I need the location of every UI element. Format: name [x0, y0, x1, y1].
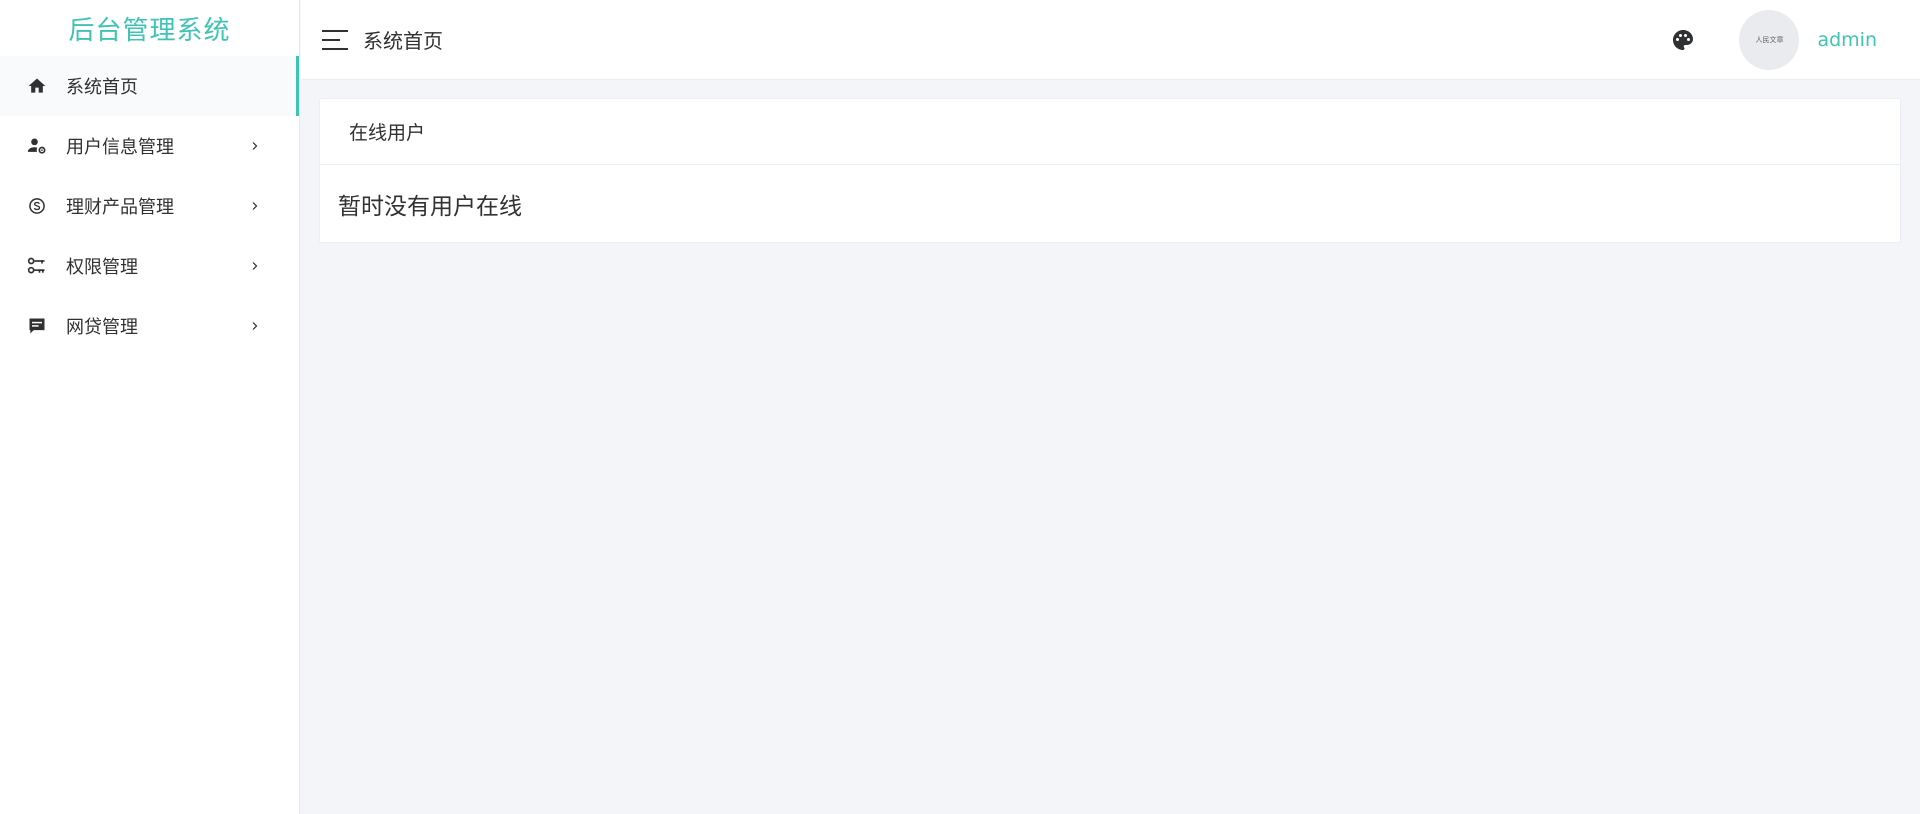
top-header: 系统首页 人民文章 admin — [301, 0, 1920, 80]
app-title: 后台管理系统 — [68, 15, 231, 46]
sidebar-item-label: 权限管理 — [66, 257, 138, 278]
username[interactable]: admin — [1817, 29, 1877, 51]
user-settings-icon — [26, 135, 48, 157]
online-users-card: 在线用户 暂时没有用户在线 — [319, 98, 1901, 243]
sidebar-item-user-info[interactable]: 用户信息管理 — [0, 116, 299, 176]
sidebar: 后台管理系统 系统首页 用户信息管理 理财产品管理 权限管理 网贷管理 — [0, 0, 300, 814]
chevron-right-icon — [249, 260, 261, 272]
chevron-right-icon — [249, 140, 261, 152]
avatar[interactable]: 人民文章 — [1739, 9, 1800, 70]
sidebar-item-label: 网贷管理 — [66, 317, 138, 338]
empty-state-message: 暂时没有用户在线 — [338, 194, 522, 220]
avatar-text: 人民文章 — [1755, 35, 1784, 44]
header-actions: 人民文章 admin — [1671, 9, 1877, 70]
chevron-right-icon — [249, 200, 261, 212]
message-icon — [26, 315, 48, 337]
sidebar-item-finance-products[interactable]: 理财产品管理 — [0, 176, 299, 236]
palette-icon[interactable] — [1671, 28, 1695, 52]
skype-icon — [26, 195, 48, 217]
key-settings-icon — [26, 255, 48, 277]
sidebar-item-label: 用户信息管理 — [66, 137, 174, 158]
card-title: 在线用户 — [320, 99, 1900, 165]
sidebar-item-label: 系统首页 — [66, 77, 138, 98]
sidebar-item-home[interactable]: 系统首页 — [0, 56, 299, 116]
home-icon — [26, 75, 48, 97]
sidebar-item-online-loans[interactable]: 网贷管理 — [0, 296, 299, 356]
breadcrumb: 系统首页 — [363, 29, 443, 53]
sidebar-menu: 系统首页 用户信息管理 理财产品管理 权限管理 网贷管理 — [0, 56, 299, 356]
chevron-right-icon — [249, 320, 261, 332]
sidebar-item-permissions[interactable]: 权限管理 — [0, 236, 299, 296]
sidebar-item-label: 理财产品管理 — [66, 197, 174, 218]
menu-toggle-icon[interactable] — [322, 29, 348, 50]
